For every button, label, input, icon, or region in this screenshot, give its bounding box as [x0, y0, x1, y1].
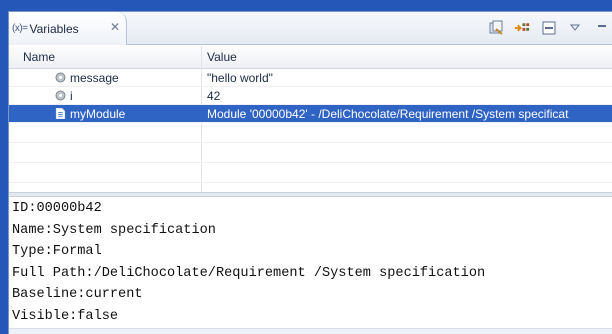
- module-icon: [55, 108, 66, 119]
- collapse-all-icon[interactable]: [488, 20, 505, 37]
- empty-row: [9, 143, 612, 163]
- variables-view: (x)= Variables ✕ Name Value message "hel…: [8, 11, 612, 334]
- view-menu-icon[interactable]: [566, 20, 583, 37]
- column-header-value[interactable]: Value: [207, 50, 237, 64]
- detail-pane-splitter[interactable]: [9, 192, 612, 197]
- variables-table: message "hello world" i 42 myModule Modu…: [9, 69, 612, 183]
- show-types-icon[interactable]: [514, 20, 531, 37]
- maximize-icon[interactable]: [592, 20, 609, 37]
- bottom-border: [9, 328, 612, 334]
- table-header: Name Value: [9, 46, 612, 69]
- detail-line-full-path: Full Path:/DeliChocolate/Requirement /Sy…: [12, 265, 486, 281]
- variable-name: i: [70, 89, 73, 103]
- column-header-name[interactable]: Name: [23, 50, 55, 64]
- table-row-selected[interactable]: myModule Module '00000b42' - /DeliChocol…: [9, 105, 612, 123]
- detail-pane[interactable]: ID:00000b42 Name:System specification Ty…: [12, 198, 612, 327]
- variable-value: 42: [207, 89, 221, 103]
- table-row[interactable]: i 42: [9, 87, 612, 105]
- detail-line-id: ID:00000b42: [12, 201, 102, 216]
- detail-line-visible: Visible:false: [12, 308, 119, 324]
- tab-variables[interactable]: (x)= Variables ✕: [9, 12, 127, 45]
- window-frame: (x)= Variables ✕ Name Value message "hel…: [0, 0, 612, 334]
- empty-row: [9, 163, 612, 183]
- detail-line-baseline: Baseline:current: [12, 287, 143, 302]
- view-tab-bar: (x)= Variables ✕: [9, 12, 612, 45]
- variable-value: "hello world": [207, 71, 273, 85]
- detail-line-name: Name:System specification: [12, 222, 216, 238]
- variable-value: Module '00000b42' - /DeliChocolate/Requi…: [207, 107, 569, 121]
- detail-line-type: Type:Formal: [12, 244, 102, 259]
- minimize-icon[interactable]: [540, 20, 557, 37]
- view-toolbar: [488, 16, 612, 40]
- tab-label: Variables: [29, 21, 79, 36]
- variable-name: message: [70, 71, 119, 85]
- close-icon[interactable]: ✕: [110, 20, 120, 34]
- variable-name: myModule: [70, 107, 126, 121]
- empty-row: [9, 123, 612, 143]
- field-icon: [55, 72, 66, 83]
- table-row[interactable]: message "hello world": [9, 69, 612, 87]
- variables-icon: (x)=: [12, 23, 28, 34]
- field-icon: [55, 90, 66, 101]
